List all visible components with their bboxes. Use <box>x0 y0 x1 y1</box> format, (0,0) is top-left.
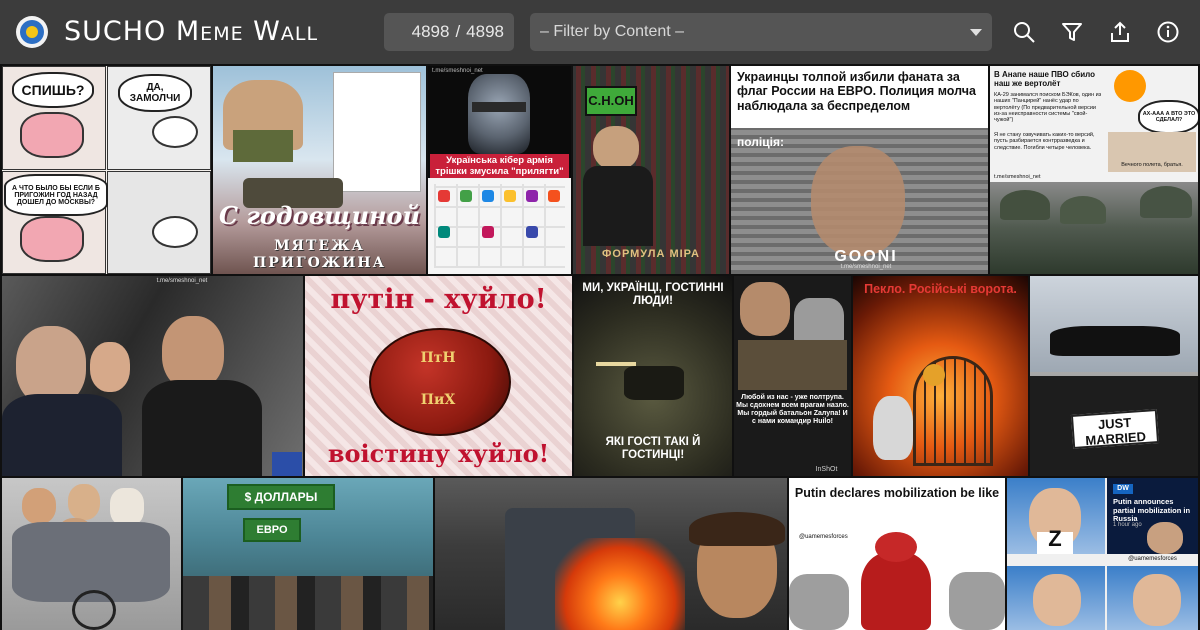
store-sign: $ ДОЛЛАРЫ <box>227 484 335 510</box>
meme-tile-just-married[interactable]: JUST MARRIED <box>1030 276 1198 476</box>
watermark: @uamemesforces <box>799 534 848 540</box>
meme-tile-euro-fan[interactable]: Украинцы толпой избили фаната за флаг Ро… <box>731 66 988 274</box>
app-title: SUCHO Meme Wall <box>64 16 319 47</box>
sucho-logo[interactable] <box>16 16 48 48</box>
meme-tile-funeral-battalion[interactable]: Любой из нас - уже полтрупа. Мы сдохнем … <box>734 276 851 476</box>
share-icon[interactable] <box>1108 20 1132 44</box>
meme-caption: Украинцы толпой избили фаната за флаг Ро… <box>737 70 976 113</box>
meme-tile-ka29-helicopter[interactable]: В Анапе наше ПВО сбило наш же вертолёт К… <box>990 66 1198 274</box>
count-total: 4898 <box>466 22 504 41</box>
meme-grid: СПИШЬ? ДА, ЗАМОЛЧИ А ЧТО БЫЛО БЫ ЕСЛИ Б … <box>0 64 1200 630</box>
meme-caption: Пекло. Російські ворота. <box>864 282 1017 296</box>
meme-tile-mutiny-anniversary[interactable]: С годовщиной МЯТЕЖА ПРИГОЖИНА <box>213 66 426 274</box>
meme-caption: МЯТЕЖА <box>274 238 365 254</box>
news-headline: Putin announces partial mobilization in … <box>1113 497 1191 524</box>
watermark: t.me/smeshnoi_net <box>156 278 208 284</box>
count-shown: 4898 <box>411 22 450 41</box>
meme-body: Я не стану озвучивать каких-то версий, п… <box>994 132 1095 151</box>
meme-tile-robocop-army[interactable]: t.me/smeshnoi_net Українська кібер армія… <box>428 66 571 274</box>
meme-body: КА-29 занимался поиском БЭКов, один из н… <box>994 92 1102 124</box>
meme-caption: МИ, УКРАЇНЦІ, ГОСТИННІ ЛЮДИ! <box>582 282 724 308</box>
watermark: @uamemesforces <box>1128 556 1177 562</box>
meme-tile-dollars-store[interactable]: $ ДОЛЛАРЫ ЕВРО <box>183 478 433 630</box>
item-counter[interactable]: 4898 / 4898 <box>384 13 514 51</box>
meme-tile-guests[interactable]: МИ, УКРАЇНЦІ, ГОСТИННІ ЛЮДИ! ЯКІ ГОСТІ Т… <box>574 276 732 476</box>
watermark: InShOt <box>815 466 838 473</box>
meme-tile-easter-egg[interactable]: путін - хуйло! ПтН ПиХ воістину хуйло! <box>305 276 572 476</box>
z-letter: Z <box>1048 526 1062 551</box>
info-icon[interactable] <box>1156 20 1180 44</box>
filter-icon[interactable] <box>1060 20 1084 44</box>
meme-caption: путін - хуйло! <box>330 284 547 315</box>
meme-caption: ЯКІ ГОСТІ ТАКІ Й ГОСТИНЦІ! <box>605 436 701 462</box>
meme-caption: Putin declares mobilization be like <box>794 486 1000 500</box>
speech-bubble: СПИШЬ? <box>12 72 94 108</box>
store-sign: С.Н.ОН <box>585 86 637 116</box>
meme-caption: воістину хуйло! <box>327 439 550 468</box>
top-bar: SUCHO Meme Wall 4898 / 4898 – Filter by … <box>0 0 1200 64</box>
meme-tile-hell-gates[interactable]: Пекло. Російські ворота. <box>853 276 1028 476</box>
meme-caption: ФОРМУЛА МІРА <box>602 248 700 260</box>
meme-tile-dictators-wheelchair[interactable] <box>2 478 181 630</box>
filter-placeholder: – Filter by Content – <box>540 23 685 40</box>
meme-tile-formula-mira[interactable]: С.Н.ОН ФОРМУЛА МІРА <box>573 66 729 274</box>
chevron-down-icon <box>970 29 982 36</box>
meme-tile-refinery-fire[interactable] <box>435 478 787 630</box>
speech-bubble: АХ-ААА А ВТО ЭТО СДЕЛАЛ? <box>1138 100 1198 134</box>
speech-bubble: ДА, ЗАМОЛЧИ <box>118 74 192 112</box>
meme-tile-brain-sleep[interactable]: СПИШЬ? ДА, ЗАМОЛЧИ А ЧТО БЫЛО БЫ ЕСЛИ Б … <box>2 66 211 274</box>
meme-caption: В Анапе наше ПВО сбило наш же вертолёт <box>994 70 1096 89</box>
meme-caption: Любой из нас - уже полтрупа. Мы сдохнем … <box>736 394 849 426</box>
meme-quote: Вечного полета, братья. <box>1121 162 1183 168</box>
egg-text: ПтН <box>420 350 456 366</box>
content-filter-select[interactable]: – Filter by Content – <box>530 13 992 51</box>
meme-subcaption: поліція: <box>737 135 784 149</box>
store-sign: ЕВРО <box>243 518 301 542</box>
watermark: t.me/smeshnoi_net <box>840 264 892 270</box>
channel-logo: DW <box>1113 484 1133 494</box>
count-separator: / <box>455 22 461 41</box>
meme-tile-mobilization[interactable]: Putin declares mobilization be like @uam… <box>789 478 1005 630</box>
search-icon[interactable] <box>1012 20 1036 44</box>
meme-caption: Українська кібер армія трішки змусила "п… <box>430 154 569 180</box>
meme-tile-partial-mobilization[interactable]: Z DW Putin announces partial mobilizatio… <box>1007 478 1198 630</box>
meme-caption: С годовщиной <box>218 201 421 230</box>
meme-caption: ПРИГОЖИНА <box>252 255 387 271</box>
meme-tile-putin-car[interactable]: t.me/smeshnoi_net <box>2 276 303 476</box>
watermark: t.me/smeshnoi_net <box>994 174 1041 180</box>
egg-text: ПиХ <box>420 392 456 408</box>
speech-bubble: А ЧТО БЫЛО БЫ ЕСЛИ Б ПРИГОЖИН ГОД НАЗАД … <box>4 174 108 216</box>
car-sign: JUST MARRIED <box>1070 409 1160 449</box>
